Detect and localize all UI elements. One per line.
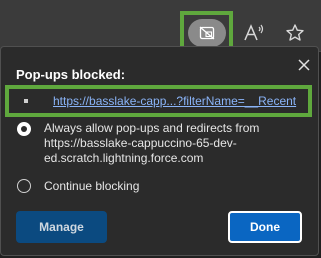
always-allow-radio[interactable] [17,122,31,136]
always-allow-label[interactable]: Always allow pop-ups and redirects from … [44,121,312,166]
read-aloud-button[interactable] [241,20,267,46]
manage-button[interactable]: Manage [16,211,107,243]
browser-toolbar [0,0,321,52]
popup-blocked-icon [199,26,214,39]
continue-blocking-radio[interactable] [17,179,31,193]
flyout-title: Pop-ups blocked: [16,67,126,82]
add-favorite-button[interactable] [282,20,308,46]
popup-blocked-icon-background [187,18,226,47]
continue-blocking-label[interactable]: Continue blocking [44,179,139,194]
done-button[interactable]: Done [228,211,302,243]
read-aloud-icon [244,24,264,41]
favorite-star-icon [286,24,304,41]
close-button[interactable] [294,55,314,75]
list-bullet [24,99,28,103]
blocked-popup-link[interactable]: https://basslake-capp...?filterName=__Re… [53,94,301,108]
close-icon [298,59,310,71]
